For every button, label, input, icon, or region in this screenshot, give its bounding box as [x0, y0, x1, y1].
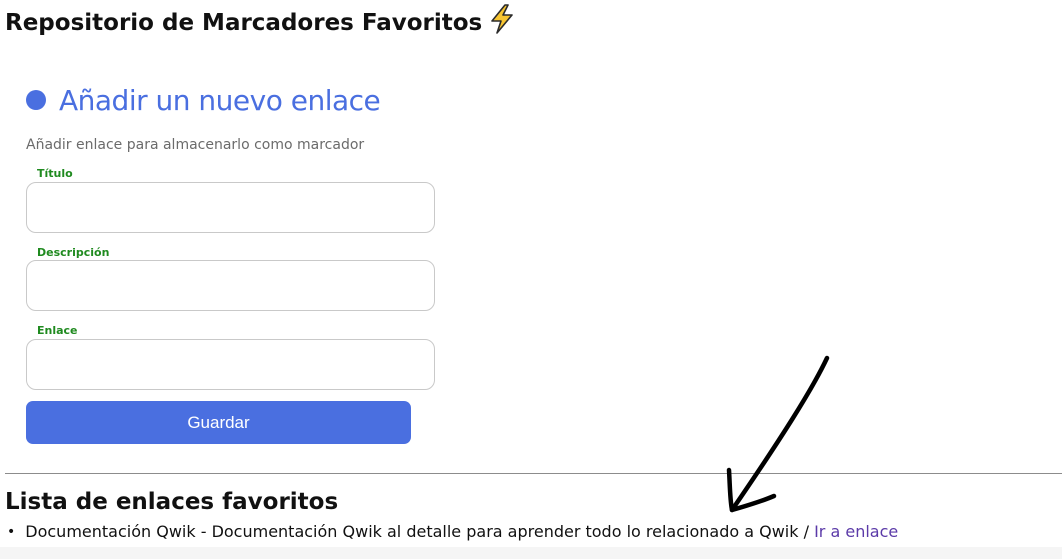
bottom-strip: [0, 547, 1062, 559]
link-input[interactable]: [26, 339, 435, 390]
save-button[interactable]: Guardar: [26, 401, 411, 444]
page-title-text: Repositorio de Marcadores Favoritos: [5, 10, 483, 36]
hand-drawn-arrow-icon: [726, 355, 830, 513]
link-label: Enlace: [37, 324, 78, 337]
form-subtitle: Añadir enlace para almacenarlo como marc…: [26, 137, 365, 153]
favorite-separator: -: [195, 522, 212, 541]
page-title: Repositorio de Marcadores Favoritos: [5, 4, 516, 40]
lightning-bolt-icon: [488, 4, 516, 40]
description-label: Descripción: [37, 246, 110, 259]
title-input[interactable]: [26, 182, 435, 233]
description-input[interactable]: [26, 260, 435, 311]
bullet-dot-icon: [26, 89, 46, 110]
list-bullet-icon: •: [7, 523, 16, 540]
favorite-title: Documentación Qwik: [25, 522, 196, 541]
favorites-heading: Lista de enlaces favoritos: [5, 489, 339, 515]
title-label: Título: [37, 167, 73, 180]
form-heading-text: Añadir un nuevo enlace: [59, 84, 381, 117]
form-heading: Añadir un nuevo enlace: [26, 84, 381, 117]
section-divider: [5, 473, 1062, 474]
